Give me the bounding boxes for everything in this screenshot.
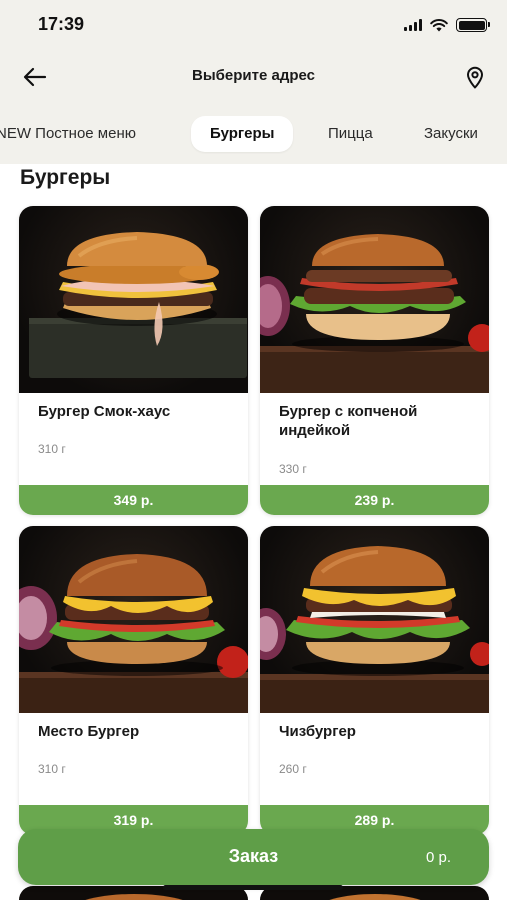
product-card[interactable]: Место Бургер 310 г 319 р. xyxy=(19,526,248,835)
product-price-button[interactable]: 349 р. xyxy=(19,485,248,515)
status-time: 17:39 xyxy=(38,14,85,34)
order-label: Заказ xyxy=(228,846,279,866)
order-total: 0 р. xyxy=(425,849,451,866)
product-name: Чизбургер xyxy=(279,723,356,740)
tab-burgers[interactable]: Бургеры xyxy=(191,116,294,152)
product-card[interactable]: Бургер Смок-хаус 310 г 349 р. xyxy=(19,206,248,515)
tab-pizza[interactable]: Пицца xyxy=(328,116,373,152)
product-list: Бургеры Бургер Смок-хаус 310 г 349 р. Бу… xyxy=(0,164,507,900)
product-name: Бургер Смок-хаус xyxy=(38,403,171,420)
category-tabs: NEW Постное меню Бургеры Пицца Закуски xyxy=(0,116,507,154)
location-button[interactable] xyxy=(459,61,491,93)
tab-snacks[interactable]: Закуски xyxy=(424,116,478,152)
home-indicator xyxy=(163,885,343,890)
product-name: Бургер с копченой индейкой xyxy=(279,403,418,439)
product-weight: 310 г xyxy=(38,442,66,456)
location-pin-icon xyxy=(467,66,483,88)
header: Выберите адрес xyxy=(0,55,507,99)
product-price-button[interactable]: 239 р. xyxy=(260,485,489,515)
product-weight: 310 г xyxy=(38,762,66,776)
product-weight: 330 г xyxy=(279,462,307,476)
order-button[interactable]: Заказ 0 р. xyxy=(18,829,489,885)
address-selector[interactable]: Выберите адрес xyxy=(0,67,507,84)
product-image xyxy=(260,206,489,393)
product-weight: 260 г xyxy=(279,762,307,776)
product-card[interactable]: Чизбургер 260 г 289 р. xyxy=(260,526,489,835)
section-title: Бургеры xyxy=(20,166,111,189)
product-name: Место Бургер xyxy=(38,723,140,740)
battery-icon xyxy=(456,18,490,32)
tab-lenten-menu[interactable]: NEW Постное меню xyxy=(0,116,136,152)
product-image xyxy=(260,526,489,713)
cellular-signal-icon xyxy=(404,19,422,31)
wifi-icon xyxy=(430,18,448,31)
status-icons xyxy=(404,17,490,33)
status-bar: 17:39 xyxy=(0,0,507,50)
product-card[interactable]: Бургер с копченой индейкой 330 г 239 р. xyxy=(260,206,489,515)
product-image xyxy=(19,526,248,713)
product-image xyxy=(19,206,248,393)
